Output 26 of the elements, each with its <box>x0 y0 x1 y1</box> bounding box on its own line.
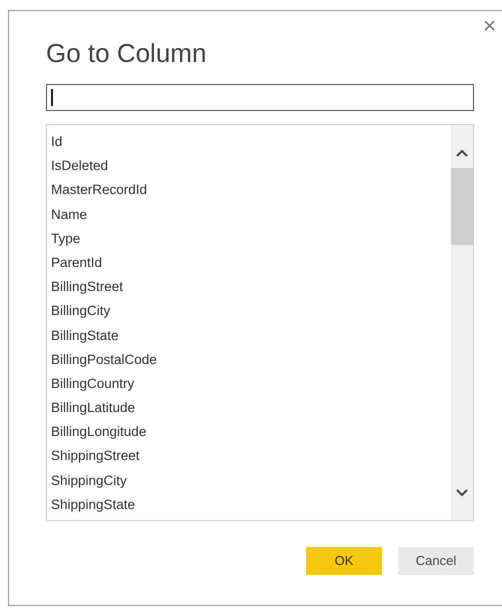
column-item[interactable]: ShippingCity <box>51 468 451 493</box>
filter-field[interactable] <box>46 84 474 111</box>
scroll-up-icon[interactable] <box>456 149 468 157</box>
column-item[interactable]: BillingCity <box>51 299 451 324</box>
text-cursor-icon <box>51 89 53 106</box>
column-item[interactable]: IsDeleted <box>51 154 451 178</box>
scrollbar-thumb[interactable] <box>451 168 473 245</box>
scroll-down-icon[interactable] <box>456 489 468 497</box>
cancel-button[interactable]: Cancel <box>398 547 474 575</box>
column-item[interactable]: Type <box>51 226 451 251</box>
column-item[interactable]: BillingStreet <box>51 275 451 300</box>
column-item[interactable]: BillingPostalCode <box>51 348 451 372</box>
column-item[interactable]: ShippingStreet <box>51 444 451 469</box>
column-item[interactable]: BillingState <box>51 324 451 348</box>
dialog-title: Go to Column <box>46 37 206 69</box>
column-item[interactable]: BillingLatitude <box>51 396 451 420</box>
ok-button[interactable]: OK <box>306 547 382 575</box>
column-item[interactable]: MasterRecordId <box>51 178 451 203</box>
column-item[interactable]: BillingCountry <box>51 372 451 396</box>
close-button[interactable]: × <box>483 15 496 37</box>
scrollbar[interactable] <box>451 125 473 520</box>
column-item[interactable]: ShippingState <box>51 492 451 517</box>
column-item[interactable]: BillingLongitude <box>51 420 451 444</box>
column-item[interactable]: Id <box>51 130 451 154</box>
column-item[interactable]: ParentId <box>51 250 451 276</box>
column-item[interactable]: Name <box>51 202 451 227</box>
